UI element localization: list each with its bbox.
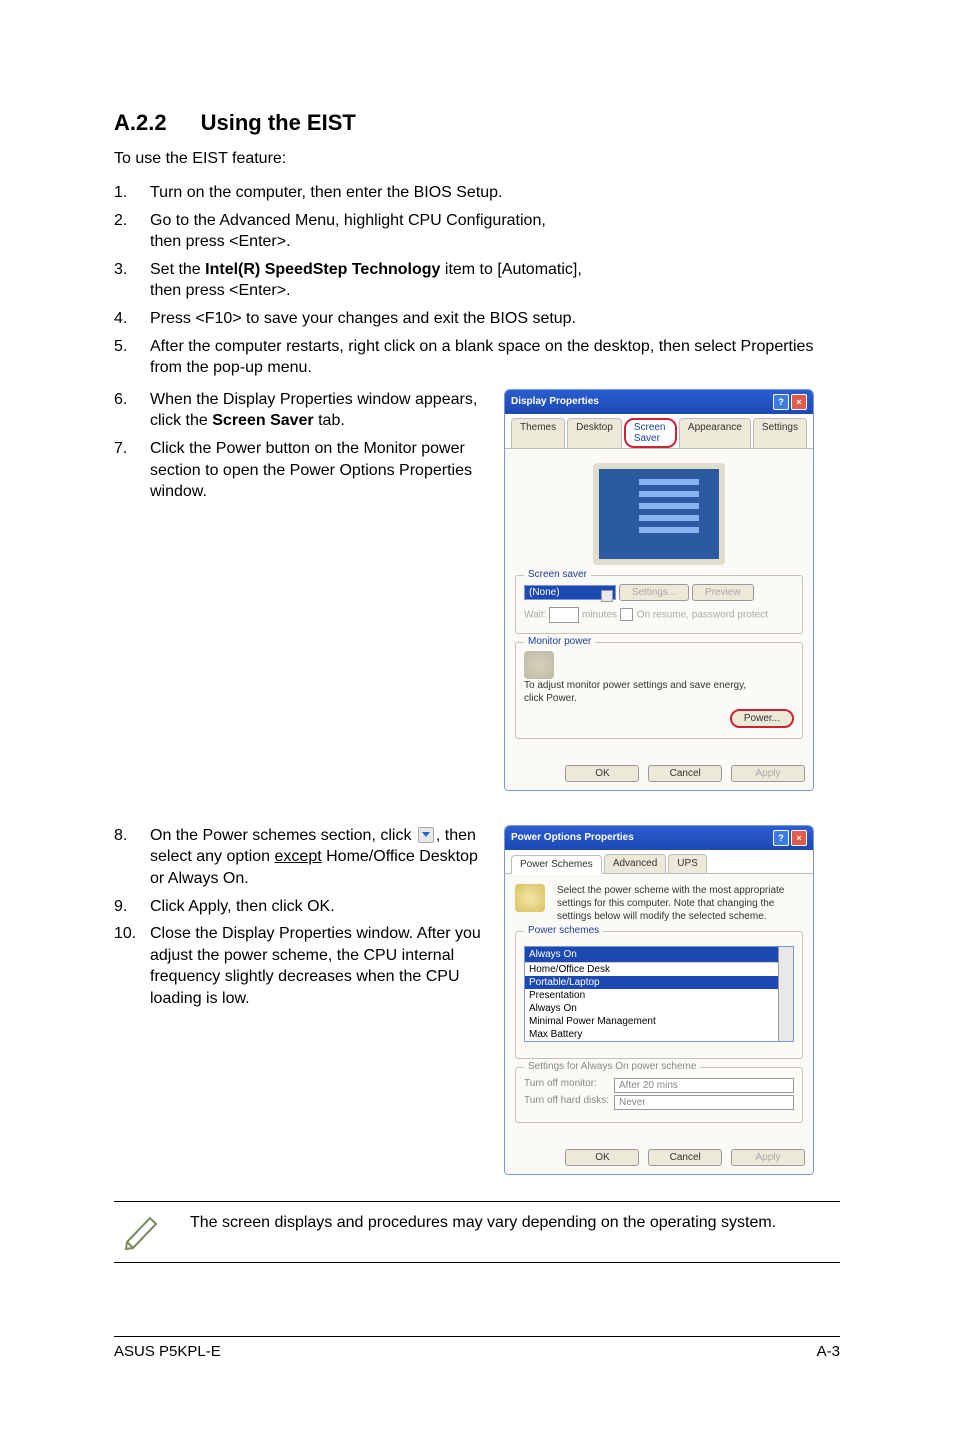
wait-minutes-field[interactable] — [549, 607, 579, 623]
turn-off-monitor-select[interactable]: After 20 mins — [614, 1078, 794, 1093]
group-label: Screen saver — [524, 569, 591, 580]
wait-label: Wait: — [524, 609, 546, 620]
step-text: Click the Power button on the Monitor po… — [150, 438, 484, 503]
monitor-power-group: Monitor power To adjust monitor power se… — [515, 642, 803, 739]
group-label: Power schemes — [524, 925, 603, 936]
tab-themes[interactable]: Themes — [511, 418, 565, 448]
help-icon[interactable]: ? — [773, 830, 789, 846]
combo-option[interactable]: Presentation — [525, 989, 793, 1002]
screensaver-select[interactable]: (None) — [524, 585, 616, 600]
step-num: 10. — [114, 923, 150, 1009]
tab-advanced[interactable]: Advanced — [604, 854, 666, 873]
dialog-title: Display Properties — [511, 396, 599, 407]
chevron-down-icon[interactable] — [778, 947, 793, 1041]
apply-button[interactable]: Apply — [731, 1149, 805, 1166]
tab-ups[interactable]: UPS — [668, 854, 707, 873]
combo-option[interactable]: Portable/Laptop — [525, 976, 793, 989]
tab-screen-saver[interactable]: Screen Saver — [624, 418, 677, 448]
step-text: On the Power schemes section, click , th… — [150, 825, 484, 890]
monitor-icon — [524, 651, 554, 679]
titlebar: Power Options Properties ?× — [505, 826, 813, 850]
steps-list-2: 6.When the Display Properties window app… — [114, 389, 484, 503]
step-num: 6. — [114, 389, 150, 432]
display-properties-dialog: Display Properties ?× Themes Desktop Scr… — [504, 389, 814, 791]
note-text: The screen displays and procedures may v… — [190, 1212, 840, 1234]
step-num: 9. — [114, 896, 150, 918]
heading-title: Using the EIST — [201, 110, 356, 135]
close-icon[interactable]: × — [791, 394, 807, 410]
ok-button[interactable]: OK — [565, 1149, 639, 1166]
note-box: The screen displays and procedures may v… — [114, 1201, 840, 1263]
resume-label: On resume, password protect — [637, 609, 768, 620]
tab-desktop[interactable]: Desktop — [567, 418, 622, 448]
step-num: 2. — [114, 210, 150, 253]
turn-off-monitor-label: Turn off monitor: — [524, 1078, 614, 1093]
power-icon — [515, 884, 545, 912]
note-icon — [114, 1212, 170, 1252]
turn-off-hd-select[interactable]: Never — [614, 1095, 794, 1110]
combo-option[interactable]: Max Battery — [525, 1028, 793, 1041]
tab-power-schemes[interactable]: Power Schemes — [511, 855, 602, 874]
page-footer: ASUS P5KPL-E A-3 — [114, 1336, 840, 1360]
combo-dropdown: Home/Office Desk Portable/Laptop Present… — [525, 962, 793, 1041]
cancel-button[interactable]: Cancel — [648, 765, 722, 782]
scheme-settings-group: Settings for Always On power scheme Turn… — [515, 1067, 803, 1123]
step-num: 1. — [114, 182, 150, 204]
footer-left: ASUS P5KPL-E — [114, 1343, 221, 1360]
step-num: 3. — [114, 259, 150, 302]
titlebar: Display Properties ?× — [505, 390, 813, 414]
section-heading: A.2.2 Using the EIST — [114, 110, 840, 136]
combo-current: Always On — [525, 947, 793, 962]
intro-text: To use the EIST feature: — [114, 150, 840, 168]
steps-list-1: 1.Turn on the computer, then enter the B… — [114, 182, 840, 385]
turn-off-hd-label: Turn off hard disks: — [524, 1095, 614, 1110]
step-text: When the Display Properties window appea… — [150, 389, 484, 432]
power-scheme-combo[interactable]: Always On Home/Office Desk Portable/Lapt… — [524, 946, 794, 1042]
power-schemes-group: Power schemes Always On Home/Office Desk… — [515, 931, 803, 1059]
group-label: Monitor power — [524, 636, 595, 647]
step-text: Turn on the computer, then enter the BIO… — [150, 182, 840, 204]
tab-settings[interactable]: Settings — [753, 418, 807, 448]
scheme-description: Select the power scheme with the most ap… — [557, 884, 797, 923]
combo-option[interactable]: Always On — [525, 1002, 793, 1015]
footer-right: A-3 — [817, 1343, 840, 1360]
combo-option[interactable]: Minimal Power Management — [525, 1015, 793, 1028]
step-text: Close the Display Properties window. Aft… — [150, 923, 484, 1009]
heading-number: A.2.2 — [114, 110, 167, 136]
apply-button[interactable]: Apply — [731, 765, 805, 782]
cancel-button[interactable]: Cancel — [648, 1149, 722, 1166]
dialog-footer: OK Cancel Apply — [505, 1141, 813, 1174]
monitor-power-text: To adjust monitor power settings and sav… — [524, 679, 764, 705]
close-icon[interactable]: × — [791, 830, 807, 846]
chevron-down-icon — [418, 827, 434, 843]
dialog-footer: OK Cancel Apply — [505, 757, 813, 790]
step-num: 5. — [114, 336, 150, 379]
resume-checkbox[interactable] — [620, 608, 633, 621]
step-num: 8. — [114, 825, 150, 890]
power-button[interactable]: Power... — [730, 709, 794, 728]
tab-appearance[interactable]: Appearance — [679, 418, 751, 448]
preview-button[interactable]: Preview — [692, 584, 754, 601]
step-num: 4. — [114, 308, 150, 330]
combo-option[interactable]: Home/Office Desk — [525, 963, 793, 976]
step-text: Click Apply, then click OK. — [150, 896, 484, 918]
step-text: After the computer restarts, right click… — [150, 336, 840, 379]
tabstrip: Themes Desktop Screen Saver Appearance S… — [505, 414, 813, 449]
dialog-title: Power Options Properties — [511, 832, 634, 843]
step-num: 7. — [114, 438, 150, 503]
settings-button[interactable]: Settings... — [619, 584, 689, 601]
ok-button[interactable]: OK — [565, 765, 639, 782]
step-text: Go to the Advanced Menu, highlight CPU C… — [150, 210, 840, 253]
step-text: Set the Intel(R) SpeedStep Technology it… — [150, 259, 840, 302]
screensaver-group: Screen saver (None) Settings... Preview … — [515, 575, 803, 634]
minutes-label: minutes — [582, 609, 617, 620]
power-options-dialog: Power Options Properties ?× Power Scheme… — [504, 825, 814, 1175]
steps-list-3: 8.On the Power schemes section, click , … — [114, 825, 484, 1010]
tabstrip: Power Schemes Advanced UPS — [505, 850, 813, 874]
monitor-preview — [593, 463, 725, 565]
step-text: Press <F10> to save your changes and exi… — [150, 308, 840, 330]
group-label: Settings for Always On power scheme — [524, 1061, 700, 1072]
help-icon[interactable]: ? — [773, 394, 789, 410]
